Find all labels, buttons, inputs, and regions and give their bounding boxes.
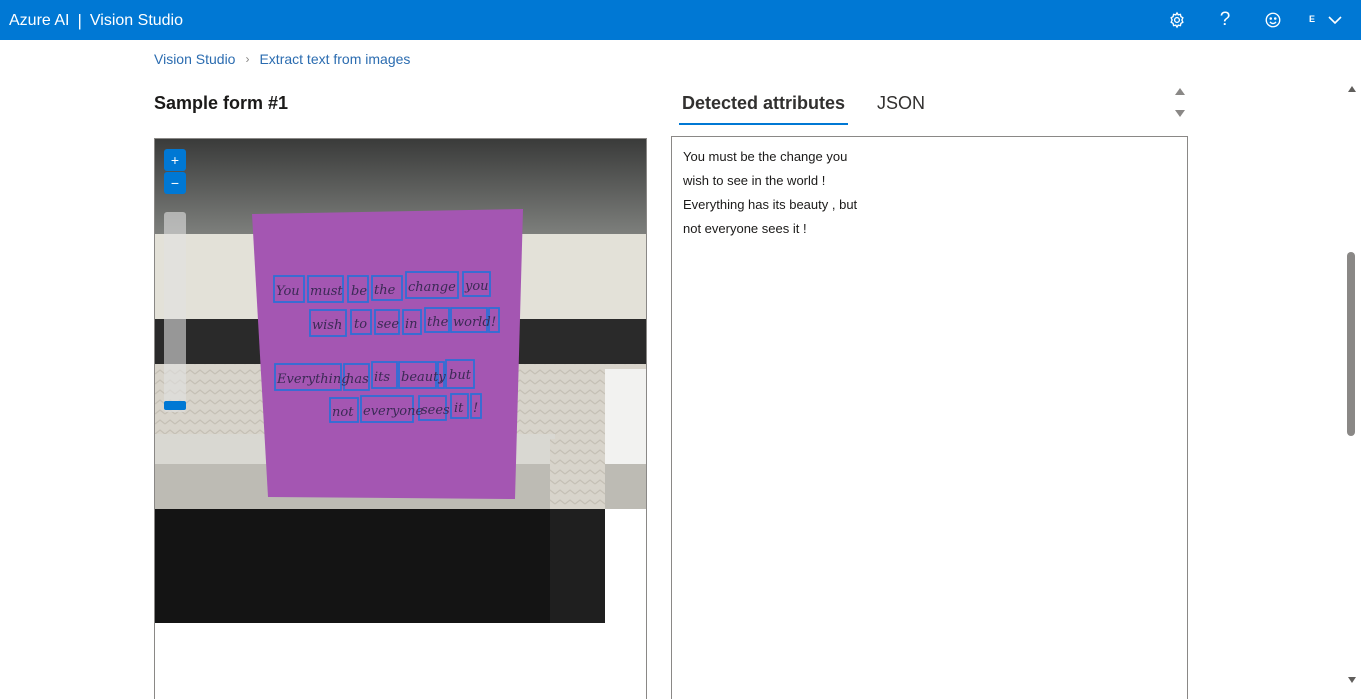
svg-text:world: world [453,315,491,330]
svg-text:be: be [351,284,367,299]
svg-text:!: ! [491,315,496,330]
svg-text:wish: wish [312,318,342,333]
scroll-down-icon[interactable] [1175,110,1185,117]
zoom-slider-track[interactable] [164,212,186,412]
svg-text:must: must [310,284,343,299]
breadcrumb: Vision Studio › Extract text from images [154,51,410,67]
svg-text:but: but [449,368,472,383]
zoom-in-button[interactable]: + [164,149,186,171]
result-tabs: Detected attributes JSON [679,90,928,125]
scroll-up-icon[interactable] [1175,88,1185,95]
zoom-slider-thumb[interactable] [164,401,186,410]
sample-title: Sample form #1 [154,93,289,113]
breadcrumb-extract-text[interactable]: Extract text from images [259,51,410,67]
zoom-out-button[interactable]: − [164,172,186,194]
svg-text:You: You [276,284,300,299]
svg-text:not: not [332,405,354,420]
detected-text-panel: You must be the change you wish to see i… [671,136,1188,699]
svg-text:Everything: Everything [276,372,350,387]
detected-text-line: You must be the change you [683,149,848,164]
sample-photo[interactable]: You must be the change you wish to see i… [155,139,646,623]
detected-text-line: wish to see in the world ! [683,173,826,188]
top-bar: Azure AI | Vision Studio ? E [0,0,1361,40]
detected-text-line: Everything has its beauty , but [683,197,858,212]
gear-icon[interactable] [1167,10,1187,30]
chevron-down-icon[interactable] [1325,10,1345,30]
svg-text:its: its [374,370,390,385]
breadcrumb-vision-studio[interactable]: Vision Studio [154,51,235,67]
page-scrollbar[interactable] [1344,80,1361,691]
svg-text:,: , [439,370,443,385]
svg-text:change: change [408,280,456,295]
tab-detected-attributes[interactable]: Detected attributes [679,90,849,125]
scroll-down-arrow-icon[interactable] [1348,677,1356,683]
svg-text:you: you [464,279,489,294]
svg-text:sees: sees [421,403,450,418]
feedback-smiley-icon[interactable] [1263,10,1283,30]
svg-text:it: it [454,401,464,416]
svg-text:see: see [377,317,399,332]
scrollbar-thumb[interactable] [1347,252,1355,436]
panel-scroll-arrows [1172,84,1188,124]
image-viewer: You must be the change you wish to see i… [154,138,647,699]
tab-json[interactable]: JSON [874,90,928,125]
svg-text:the: the [427,315,449,330]
account-avatar[interactable]: E [1309,14,1315,24]
detected-text-line: not everyone sees it ! [683,221,807,236]
scroll-up-arrow-icon[interactable] [1348,86,1356,92]
brand-separator: | [77,11,82,30]
product-name: Vision Studio [89,12,184,29]
svg-text:has: has [346,372,369,387]
svg-text:everyone: everyone [363,404,423,419]
chevron-right-icon: › [245,52,250,66]
brand[interactable]: Azure AI | Vision Studio [9,11,183,31]
svg-text:to: to [354,317,367,332]
brand-name: Azure AI [9,12,70,29]
svg-text:in: in [405,317,418,332]
svg-text:!: ! [473,401,478,416]
help-icon[interactable]: ? [1215,9,1235,30]
svg-text:the: the [374,283,396,298]
